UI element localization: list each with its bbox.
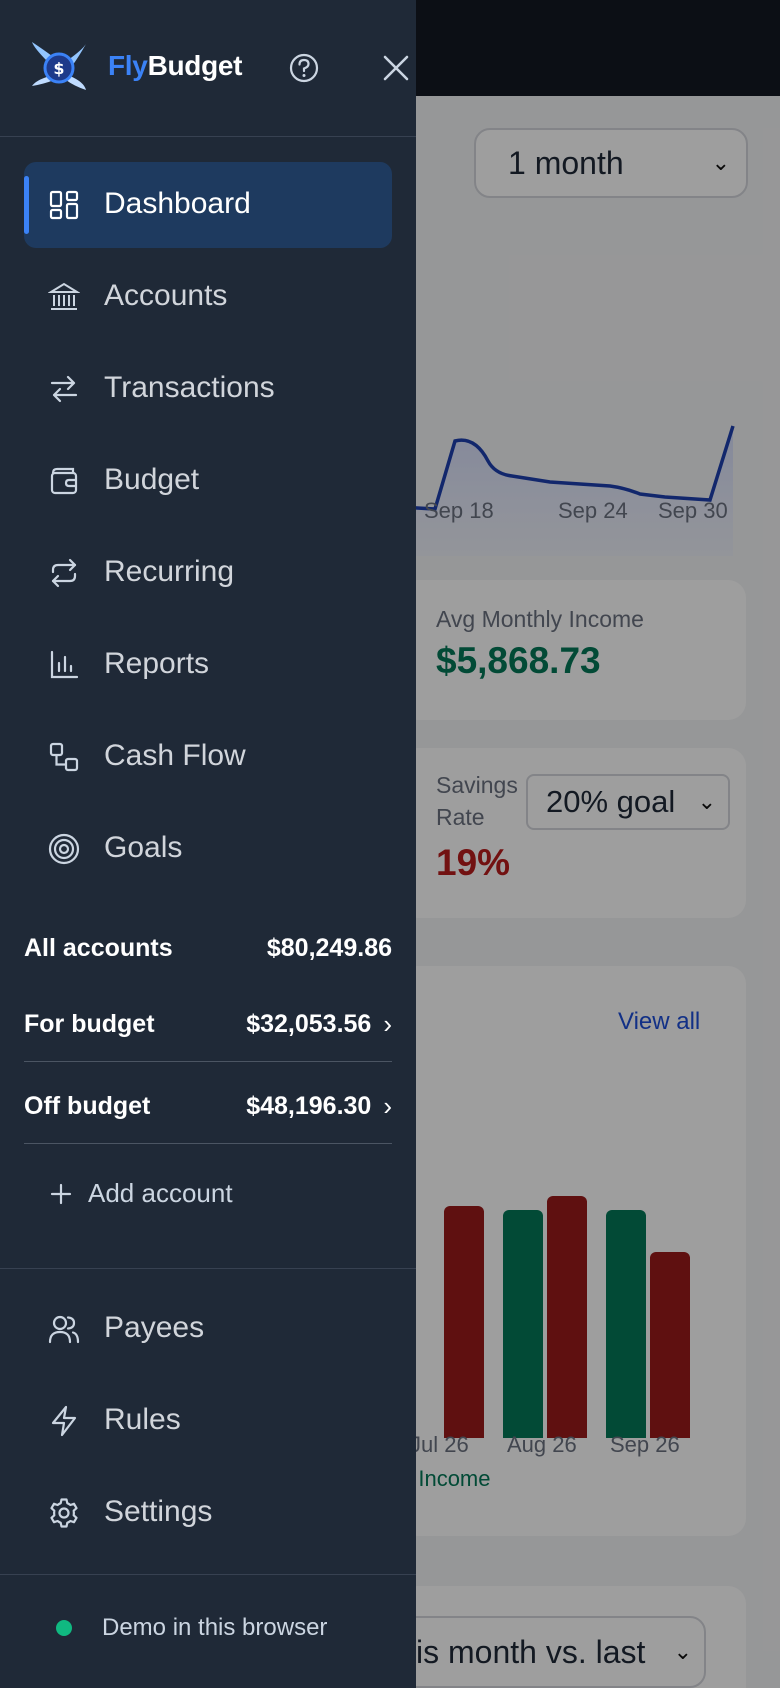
nav-label: Rules xyxy=(104,1403,181,1436)
nav-label: Transactions xyxy=(104,371,275,404)
flybudget-logo-icon: $ xyxy=(32,42,86,90)
svg-text:$: $ xyxy=(53,59,64,78)
nav-item-goals[interactable]: Goals xyxy=(24,806,392,892)
nav-label: Accounts xyxy=(104,279,228,312)
flow-icon xyxy=(49,742,79,772)
arrows-swap-icon xyxy=(50,375,78,403)
plus-icon xyxy=(50,1183,72,1204)
help-icon[interactable] xyxy=(288,52,320,84)
nav-item-payees[interactable]: Payees xyxy=(24,1286,392,1372)
nav-item-accounts[interactable]: Accounts xyxy=(24,254,392,340)
active-indicator xyxy=(24,176,29,234)
nav-label: Budget xyxy=(104,463,200,496)
close-icon[interactable] xyxy=(380,52,412,84)
all-accounts-value: $80,249.86 xyxy=(266,933,392,962)
gear-icon xyxy=(50,1498,78,1528)
add-account-label: Add account xyxy=(88,1178,233,1208)
nav-item-transactions[interactable]: Transactions xyxy=(24,346,392,432)
brand-name: FlyBudget xyxy=(108,50,243,82)
repeat-icon xyxy=(51,558,77,588)
nav-label: Reports xyxy=(104,647,210,680)
nav-label: Settings xyxy=(104,1495,213,1528)
for-budget-row[interactable]: For budget $32,053.56 › xyxy=(24,988,392,1062)
demo-status: Demo in this browser xyxy=(56,1614,327,1642)
dashboard-icon xyxy=(49,190,79,220)
target-icon xyxy=(48,833,80,865)
nav-item-cash-flow[interactable]: Cash Flow xyxy=(24,714,392,800)
nav-label: Payees xyxy=(104,1311,205,1344)
for-budget-label: For budget xyxy=(24,1010,155,1038)
nav-item-recurring[interactable]: Recurring xyxy=(24,530,392,616)
nav-item-budget[interactable]: Budget xyxy=(24,438,392,524)
lightning-icon xyxy=(51,1405,77,1437)
nav-label: Recurring xyxy=(104,555,235,588)
nav-label: Cash Flow xyxy=(104,739,246,772)
for-budget-value: $32,053.56 xyxy=(246,1010,372,1038)
users-icon xyxy=(48,1315,80,1344)
wallet-icon xyxy=(50,467,78,495)
nav-item-settings[interactable]: Settings xyxy=(24,1470,392,1556)
drawer-header: $ FlyBudget xyxy=(0,0,416,137)
all-accounts-row[interactable]: All accounts $80,249.86 xyxy=(24,908,392,988)
drawer-divider xyxy=(0,1268,416,1269)
nav-item-dashboard[interactable]: Dashboard xyxy=(24,162,392,248)
off-budget-row[interactable]: Off budget $48,196.30 › xyxy=(24,1070,392,1144)
navigation-drawer: $ FlyBudget Dashboard Accounts Transacti… xyxy=(0,0,416,1688)
brand-name-budget: Budget xyxy=(147,50,243,81)
add-account-button[interactable]: Add account xyxy=(50,1178,233,1209)
all-accounts-label: All accounts xyxy=(24,933,173,962)
demo-status-text: Demo in this browser xyxy=(102,1614,328,1641)
nav-item-rules[interactable]: Rules xyxy=(24,1378,392,1464)
status-dot-icon xyxy=(56,1620,72,1636)
bank-icon xyxy=(48,282,80,310)
drawer-divider xyxy=(0,1574,416,1575)
nav-label: Dashboard xyxy=(104,187,251,220)
nav-item-reports[interactable]: Reports xyxy=(24,622,392,708)
off-budget-label: Off budget xyxy=(24,1092,151,1120)
brand-name-fly: Fly xyxy=(108,50,148,81)
bar-chart-icon xyxy=(50,650,79,679)
chevron-right-icon: › xyxy=(383,1091,392,1121)
off-budget-value: $48,196.30 xyxy=(246,1092,372,1120)
nav-label: Goals xyxy=(104,831,183,864)
chevron-right-icon: › xyxy=(383,1009,392,1039)
